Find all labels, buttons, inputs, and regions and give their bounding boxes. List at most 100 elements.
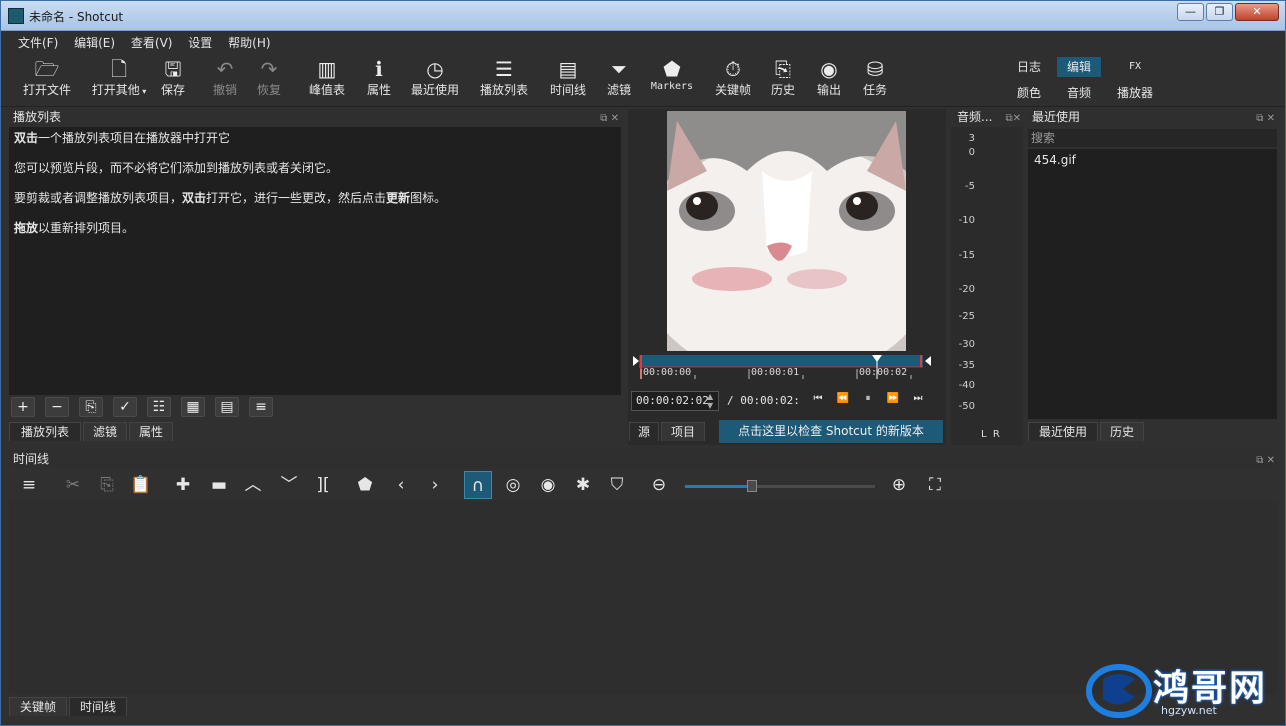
redo-button[interactable]: ↷ 恢复 (253, 57, 285, 98)
player-scrubber[interactable]: 00:00:00 00:00:01 00:00:02 (633, 351, 931, 381)
recent-list: 454.gif (1028, 149, 1277, 419)
ripple-all-icon[interactable]: ✱ (569, 471, 597, 499)
jobs-button[interactable]: ⛁ 任务 (859, 57, 891, 98)
playlist-menu-icon[interactable]: ≡ (249, 397, 273, 417)
layout-player[interactable]: 播放器 (1113, 83, 1157, 103)
playlist-help[interactable]: 双击一个播放列表项目在播放器中打开它 您可以预览片段，而不必将它们添加到播放列表… (9, 127, 621, 395)
overwrite-icon[interactable]: ﹀ (275, 471, 303, 499)
tab-filters[interactable]: 滤镜 (83, 422, 127, 441)
tab-history[interactable]: 历史 (1100, 422, 1144, 441)
check-update-button[interactable]: 点击这里以检查 Shotcut 的新版本 (719, 420, 943, 443)
history-icon: ⎘ (775, 57, 791, 81)
zoom-out-icon[interactable]: ⊖ (645, 471, 673, 499)
copy-icon[interactable]: ⎘ (93, 471, 121, 499)
next-marker-icon[interactable]: › (421, 471, 449, 499)
grid-view-icon[interactable]: ▦ (181, 397, 205, 417)
peak-meter-icon: ▥ (317, 57, 337, 81)
peak-meter-button[interactable]: ▥ 峰值表 (305, 57, 349, 98)
tab-source[interactable]: 源 (629, 422, 659, 441)
skip-previous-icon[interactable]: ⏮ (809, 393, 827, 404)
menu-settings[interactable]: 设置 (182, 31, 218, 51)
meter-channels: L R (981, 429, 1000, 440)
recent-button[interactable]: ◷ 最近使用 (409, 57, 461, 98)
ripple-markers-icon[interactable]: ⛉ (603, 471, 631, 499)
marker-icon[interactable]: ⬟ (351, 471, 379, 499)
panel-float-close-icons[interactable]: ⧉✕ (1005, 110, 1021, 128)
menu-file[interactable]: 文件(F) (12, 31, 64, 51)
folder-open-icon: 🗁 (34, 57, 60, 81)
undo-button[interactable]: ↶ 撤销 (209, 57, 241, 98)
check-icon[interactable]: ✓ (113, 397, 137, 417)
tab-project[interactable]: 项目 (661, 422, 705, 441)
watermark-emblem (1086, 664, 1152, 718)
detail-view-icon[interactable]: ▤ (215, 397, 239, 417)
watermark-url: hgzyw.net (1161, 704, 1217, 717)
ripple-delete-icon[interactable]: ▬ (205, 471, 233, 499)
timecode-input[interactable]: 00:00:02:02 (631, 391, 719, 411)
playlist-button[interactable]: ☰ 播放列表 (478, 57, 530, 98)
ripple-icon[interactable]: ◉ (534, 471, 562, 499)
menu-edit[interactable]: 编辑(E) (68, 31, 121, 51)
recent-search-input[interactable]: 搜索 (1028, 129, 1277, 147)
tab-properties[interactable]: 属性 (129, 422, 173, 441)
timeline-panel-title: 时间线 ⧉ ✕ (9, 450, 1277, 468)
minimize-button[interactable]: — (1177, 3, 1204, 21)
rewind-icon[interactable]: ⏪ (834, 393, 852, 404)
filters-button[interactable]: ⏷ 滤镜 (603, 57, 635, 98)
export-button[interactable]: ◉ 输出 (813, 57, 845, 98)
tab-recent[interactable]: 最近使用 (1028, 422, 1098, 441)
properties-button[interactable]: ℹ 属性 (363, 57, 395, 98)
panel-float-close-icons[interactable]: ⧉ ✕ (1256, 452, 1275, 470)
list-view-icon[interactable]: ☷ (147, 397, 171, 417)
tab-playlist[interactable]: 播放列表 (9, 422, 81, 441)
timeline-menu-icon[interactable]: ≡ (15, 471, 43, 499)
layout-editing[interactable]: 编辑 (1057, 57, 1101, 77)
tab-timeline[interactable]: 时间线 (69, 697, 127, 716)
cut-icon[interactable]: ✂ (59, 471, 87, 499)
zoom-fit-icon[interactable]: ⛶ (921, 471, 949, 499)
help-line-1: 双击一个播放列表项目在播放器中打开它 (14, 131, 231, 145)
meter-tick: -50 (958, 401, 975, 412)
timecode-spinner-icon[interactable]: ▲ ▼ (707, 392, 713, 410)
open-other-button[interactable]: 🗋 打开其他 ▾ (89, 57, 149, 98)
zoom-in-icon[interactable]: ⊕ (885, 471, 913, 499)
append-icon[interactable]: ✚ (169, 471, 197, 499)
snap-icon[interactable]: ∩ (464, 471, 492, 499)
meter-tick: -35 (958, 360, 975, 371)
close-button[interactable]: ✕ (1235, 3, 1279, 21)
layout-color[interactable]: 颜色 (1007, 83, 1051, 103)
layout-fx[interactable]: FX (1113, 57, 1157, 77)
previous-marker-icon[interactable]: ‹ (387, 471, 415, 499)
menu-view[interactable]: 查看(V) (125, 31, 179, 51)
update-icon[interactable]: ⎘ (79, 397, 103, 417)
zoom-slider-handle[interactable] (746, 480, 757, 492)
add-icon[interactable]: + (11, 397, 35, 417)
pause-icon[interactable]: ⏸ (859, 393, 877, 404)
lift-icon[interactable]: ︿ (239, 471, 267, 499)
tab-keyframes[interactable]: 关键帧 (9, 697, 67, 716)
layout-logging[interactable]: 日志 (1007, 57, 1051, 77)
save-button[interactable]: 🖫 保存 (157, 57, 189, 98)
audio-panel-title: 音频... ⧉✕ (953, 108, 1023, 126)
maximize-button[interactable]: ❐ (1206, 3, 1233, 21)
panel-float-close-icons[interactable]: ⧉ ✕ (600, 110, 619, 128)
timeline-button[interactable]: ▤ 时间线 (546, 57, 590, 98)
remove-icon[interactable]: − (45, 397, 69, 417)
paste-icon[interactable]: 📋 (127, 471, 155, 499)
stopwatch-icon: ⏱ (725, 57, 741, 81)
video-preview[interactable] (667, 111, 906, 351)
panel-float-close-icons[interactable]: ⧉ ✕ (1256, 110, 1275, 128)
marker-icon: ⬟ (663, 57, 681, 81)
split-icon[interactable]: ][ (309, 471, 337, 499)
keyframes-button[interactable]: ⏱ 关键帧 (711, 57, 755, 98)
markers-button[interactable]: ⬟ Markers (647, 57, 697, 92)
layout-audio[interactable]: 音频 (1057, 83, 1101, 103)
open-file-button[interactable]: 🗁 打开文件 (21, 57, 73, 98)
list-item[interactable]: 454.gif (1028, 149, 1277, 171)
fast-forward-icon[interactable]: ⏩ (884, 393, 902, 404)
history-button[interactable]: ⎘ 历史 (767, 57, 799, 98)
scrub-drag-icon[interactable]: ◎ (499, 471, 527, 499)
skip-next-icon[interactable]: ⏭ (909, 393, 927, 404)
menu-help[interactable]: 帮助(H) (222, 31, 276, 51)
zoom-slider[interactable] (685, 480, 875, 492)
